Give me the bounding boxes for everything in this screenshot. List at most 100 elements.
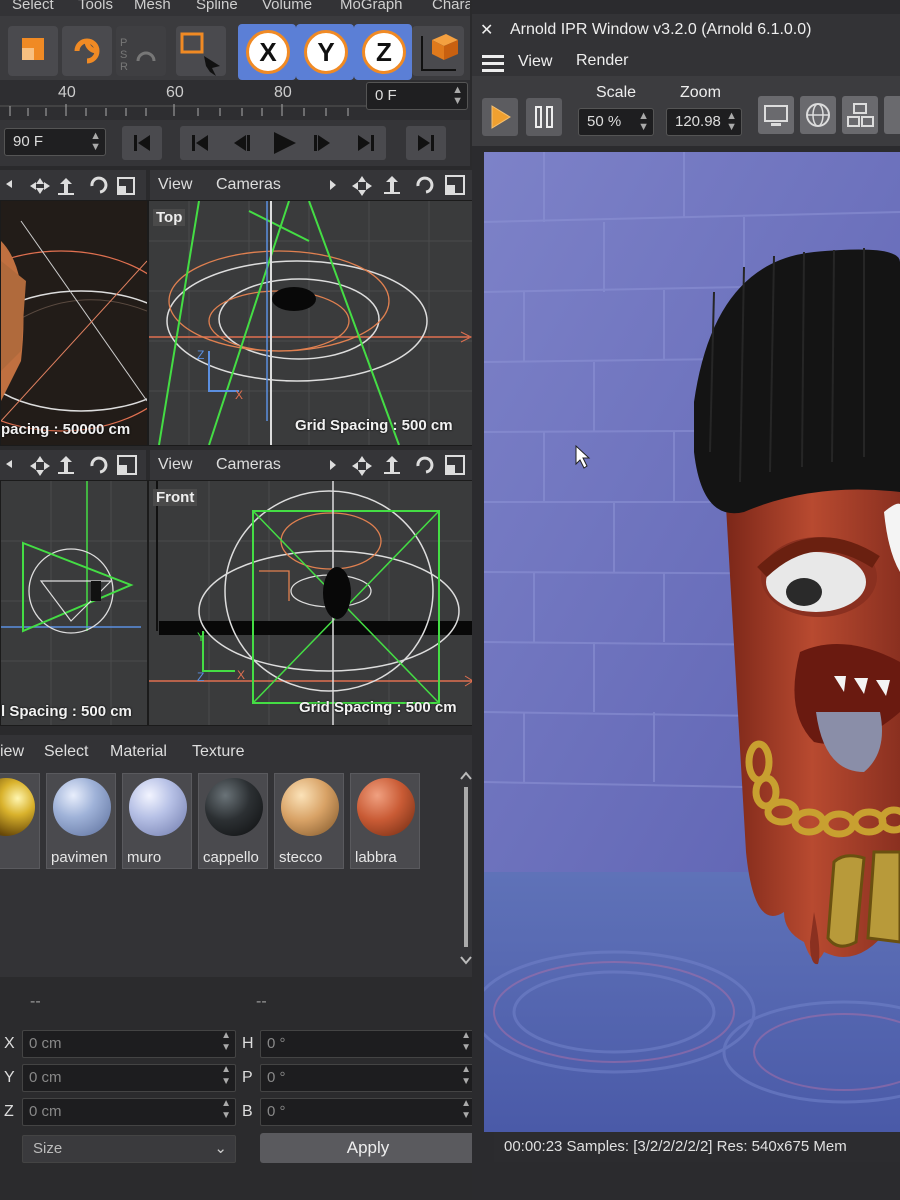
pause-icon	[535, 106, 553, 128]
y-axis-lock-button[interactable]: Y	[296, 24, 354, 80]
more-tools-button[interactable]	[884, 96, 900, 134]
coord-h-input[interactable]: 0 ° ▲ ▼	[260, 1030, 476, 1058]
ipr-render-view[interactable]	[484, 152, 900, 1132]
coord-x-label: X	[4, 1035, 15, 1052]
spin-arrows-icon: ▲ ▼	[221, 1064, 231, 1087]
menu-volume[interactable]: Volume	[262, 0, 312, 13]
spin-arrows-icon: ▲ ▼	[726, 110, 737, 133]
transport-group	[180, 126, 386, 160]
viewport-header-right	[0, 450, 146, 480]
material-menu-texture[interactable]: Texture	[192, 743, 244, 761]
menu-character[interactable]: Character	[432, 0, 470, 13]
coord-p-value: 0 °	[267, 1069, 286, 1086]
material-swatch[interactable]	[0, 773, 40, 869]
coord-b-input[interactable]: 0 ° ▲ ▼	[260, 1098, 476, 1126]
psr-reset-icon: PSR	[120, 37, 156, 73]
coord-p-input[interactable]: 0 ° ▲ ▼	[260, 1064, 476, 1092]
coord-z-input[interactable]: 0 cm ▲ ▼	[22, 1098, 236, 1126]
viewport-nav-icons	[330, 455, 465, 476]
viewport-top[interactable]: Z X Top Grid Spacing : 500 cm	[148, 200, 474, 446]
material-swatch[interactable]: pavimen	[46, 773, 116, 869]
end-frame-field[interactable]: 90 F ▲ ▼	[4, 128, 106, 156]
material-name: labbra	[355, 849, 397, 866]
select-tool-button[interactable]	[176, 26, 226, 76]
environment-button[interactable]	[800, 96, 836, 134]
svg-text:X: X	[235, 388, 243, 402]
viewport-nav-icons	[6, 455, 137, 476]
front-view-scene: Y Z X	[149, 481, 473, 725]
hamburger-menu-icon[interactable]	[482, 53, 506, 73]
display-button[interactable]	[758, 96, 794, 134]
material-menu-material[interactable]: Material	[110, 743, 167, 761]
size-mode-select[interactable]: Size ⌄	[22, 1135, 236, 1163]
menu-mesh[interactable]: Mesh	[134, 0, 171, 13]
viewport-top-label: Top	[153, 209, 186, 226]
material-menu-view[interactable]: iew	[0, 743, 24, 761]
aov-button[interactable]	[842, 96, 878, 134]
material-swatch[interactable]: stecco	[274, 773, 344, 869]
x-axis-lock-button[interactable]: X	[238, 24, 296, 80]
svg-text:S: S	[120, 49, 127, 61]
scale-input[interactable]: 50 % ▲ ▼	[578, 108, 654, 136]
grid-spacing-label: l Spacing : 500 cm	[1, 703, 132, 720]
current-frame-field[interactable]: 0 F ▲ ▼	[366, 82, 468, 110]
spin-arrows-icon: ▲ ▼	[461, 1030, 471, 1053]
arnold-menubar: View Render	[472, 46, 900, 76]
psr-button[interactable]: PSR	[116, 26, 166, 76]
z-axis-lock-button[interactable]: Z	[354, 24, 412, 80]
material-swatch[interactable]: muro	[122, 773, 192, 869]
svg-text:Y: Y	[197, 630, 205, 644]
coord-y-input[interactable]: 0 cm ▲ ▼	[22, 1064, 236, 1092]
menu-tools[interactable]: Tools	[78, 0, 113, 13]
spin-arrows-icon: ▲ ▼	[638, 110, 649, 133]
viewport-cameras-menu[interactable]: Cameras	[216, 176, 281, 194]
arnold-menu-view[interactable]: View	[518, 53, 552, 71]
coord-x-input[interactable]: 0 cm ▲ ▼	[22, 1030, 236, 1058]
material-scrollbar[interactable]	[460, 771, 472, 971]
material-preview	[53, 778, 111, 836]
goto-start-icon	[134, 135, 150, 151]
ipr-start-button[interactable]	[482, 98, 518, 136]
material-name: muro	[127, 849, 162, 866]
viewport-front[interactable]: Y Z X Front Grid Spacing : 500 cm	[148, 480, 474, 726]
viewport-view-menu[interactable]: View	[158, 176, 192, 194]
render-image	[484, 152, 900, 1132]
coord-h-value: 0 °	[267, 1035, 286, 1052]
coord-b-label: B	[242, 1103, 253, 1120]
viewport-cameras-menu[interactable]: Cameras	[216, 456, 281, 474]
apply-button[interactable]: Apply	[260, 1133, 476, 1163]
goto-end-button[interactable]	[406, 126, 446, 160]
material-preview	[357, 778, 415, 836]
viewport-header-front: View Cameras	[150, 450, 472, 480]
viewport-perspective[interactable]: pacing : 50000 cm	[0, 200, 148, 446]
svg-text:P: P	[120, 37, 127, 49]
material-swatch[interactable]: labbra	[350, 773, 420, 869]
playback-bar: 90 F ▲ ▼	[0, 120, 470, 166]
menu-mograph[interactable]: MoGraph	[340, 0, 403, 13]
layers-icon	[847, 103, 874, 127]
perspective-scene	[1, 201, 147, 445]
goto-start-button[interactable]	[122, 126, 162, 160]
close-icon[interactable]: ✕	[480, 20, 493, 40]
coord-z-label: Z	[4, 1103, 14, 1120]
timeline-tick-40: 40	[58, 84, 76, 101]
svg-text:Z: Z	[197, 670, 204, 684]
coordinate-system-button[interactable]	[412, 26, 464, 76]
play-icon	[491, 105, 511, 129]
chevron-down-icon: ⌄	[214, 1140, 227, 1157]
viewport-right[interactable]: l Spacing : 500 cm	[0, 480, 148, 726]
material-swatch[interactable]: cappello	[198, 773, 268, 869]
end-frame-value: 90 F	[13, 133, 44, 150]
menu-select[interactable]: Select	[12, 0, 54, 13]
zoom-input[interactable]: 120.98 ▲ ▼	[666, 108, 742, 136]
rotate-tool-button[interactable]	[62, 26, 112, 76]
viewport-view-menu[interactable]: View	[158, 456, 192, 474]
material-manager: pavimen muro cappello stecco labbra	[0, 767, 480, 977]
menu-spline[interactable]: Spline	[196, 0, 238, 13]
scale-tool-button[interactable]	[8, 26, 58, 76]
ipr-pause-button[interactable]	[526, 98, 562, 136]
arnold-menu-render[interactable]: Render	[576, 52, 628, 70]
material-menu-select[interactable]: Select	[44, 743, 88, 761]
viewport-front-label: Front	[153, 489, 198, 506]
timeline-ruler[interactable]: 40 60 80 0 F ▲ ▼	[0, 80, 470, 120]
